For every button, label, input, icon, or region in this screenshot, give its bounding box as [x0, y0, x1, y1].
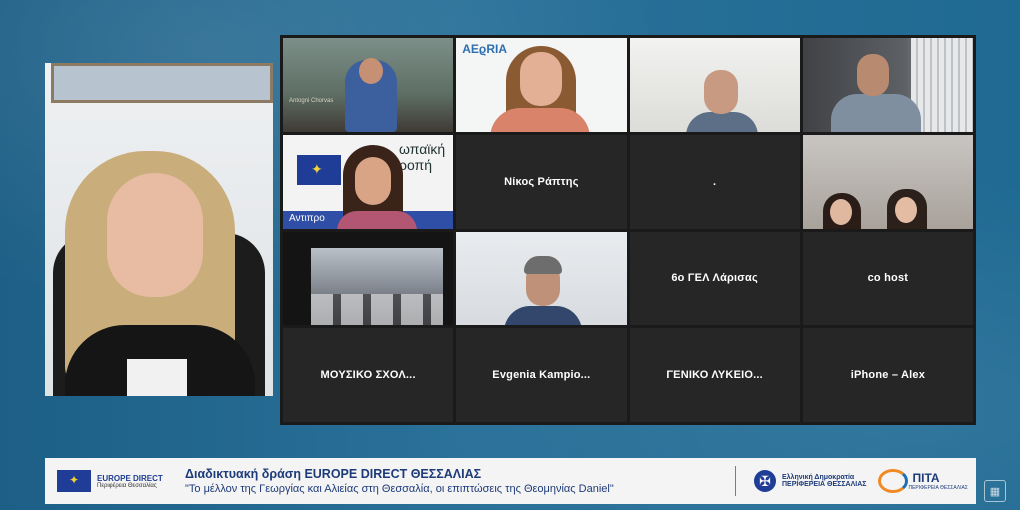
participant-name: Evgenia Kampio... — [492, 369, 591, 382]
participant-tile[interactable]: ΜΟΥΣΙΚΟ ΣΧΟΛ... — [283, 328, 454, 422]
event-banner: EUROPE DIRECT Περιφέρεια Θεσσαλίας Διαδι… — [45, 458, 976, 504]
aeria-logo: AEϱRIA — [462, 42, 507, 56]
participant-video — [629, 38, 800, 132]
participant-name: . — [712, 175, 717, 188]
participant-face — [894, 196, 917, 223]
participant-grid: Antogni Chorvas AEϱRIA ωπαϊκή ροπή Αντιπ… — [280, 35, 976, 425]
participant-tile[interactable]: ΓΕΝΙΚΟ ΛΥΚΕΙΟ... — [629, 328, 800, 422]
participant-tile[interactable]: iPhone – Alex — [802, 328, 973, 422]
participant-body — [685, 112, 758, 132]
participant-face — [829, 198, 852, 225]
participant-name: 6ο ΓΕΛ Λάρισας — [671, 272, 758, 285]
participant-face — [520, 52, 563, 106]
participant-video: ωπαϊκή ροπή Αντιπρο — [283, 134, 454, 229]
background-text: ωπαϊκή ροπή — [399, 140, 446, 173]
participant-tile[interactable]: co host — [802, 231, 973, 326]
active-speaker-video[interactable] — [45, 63, 273, 396]
picture-frame — [51, 63, 273, 103]
classroom-desks — [311, 293, 443, 326]
pita-subtitle: ΠΕΡΙΦΕΡΕΙΑ ΘΕΣΣΑΛΙΑΣ — [908, 485, 968, 491]
participant-body — [830, 94, 921, 132]
participant-top — [490, 108, 591, 132]
participant-name: ΜΟΥΣΙΚΟ ΣΧΟΛ... — [320, 369, 416, 382]
participant-video: AEϱRIA — [456, 38, 627, 132]
participant-tile[interactable]: . — [629, 134, 800, 229]
participant-face — [856, 54, 889, 96]
pita-mark-icon — [878, 469, 909, 493]
participant-body — [504, 305, 583, 326]
participant-tile[interactable]: Antogni Chorvas — [283, 38, 454, 132]
region-line2: ΠΕΡΙΦΕΡΕΙΑ ΘΕΣΣΑΛΙΑΣ — [782, 481, 867, 488]
participant-hair — [524, 255, 563, 274]
europe-direct-title: EUROPE DIRECT — [97, 473, 163, 483]
europe-direct-subtitle: Περιφέρεια Θεσσαλίας — [97, 482, 157, 489]
participant-video — [456, 231, 627, 326]
pita-text-block: ΠΙΤΑ ΠΕΡΙΦΕΡΕΙΑ ΘΕΣΣΑΛΙΑΣ — [908, 471, 967, 491]
participant-tile[interactable] — [629, 38, 800, 132]
speaker-shirt — [127, 359, 187, 396]
background-sign: Antogni Chorvas — [289, 98, 334, 104]
layout-icon[interactable]: ▦ — [984, 480, 1006, 502]
participant-video — [802, 38, 973, 132]
eu-flag-icon — [57, 470, 91, 492]
participant-name: ΓΕΝΙΚΟ ΛΥΚΕΙΟ... — [666, 369, 763, 382]
participant-video — [283, 231, 454, 326]
participant-tile[interactable] — [283, 231, 454, 326]
participant-face — [355, 156, 391, 205]
participant-tile[interactable]: ωπαϊκή ροπή Αντιπρο — [283, 134, 454, 229]
pita-logo: ΠΙΤΑ ΠΕΡΙΦΕΡΕΙΑ ΘΕΣΣΑΛΙΑΣ — [878, 469, 968, 493]
participant-tile[interactable]: Evgenia Kampio... — [456, 328, 627, 422]
participant-tile[interactable] — [456, 231, 627, 326]
participant-name: co host — [867, 272, 909, 285]
participant-face — [703, 70, 738, 114]
participant-tile[interactable] — [802, 134, 973, 229]
event-subtitle: "Το μέλλον της Γεωργίας και Αλιείας στη … — [185, 483, 614, 495]
europe-direct-text: EUROPE DIRECT Περιφέρεια Θεσσαλίας — [97, 474, 163, 489]
participant-tile-active[interactable]: AEϱRIA — [456, 38, 627, 132]
participant-top — [337, 210, 417, 229]
divider — [735, 466, 736, 496]
pita-name: ΠΙΤΑ — [912, 471, 940, 485]
participant-tile[interactable]: Νίκος Ράπτης — [456, 134, 627, 229]
participant-tile[interactable] — [802, 38, 973, 132]
participant-video: Antogni Chorvas — [283, 38, 454, 132]
region-line1: Ελληνική Δημοκρατία — [782, 474, 855, 481]
greek-seal-icon: ✠ — [754, 470, 776, 492]
participant-name: Νίκος Ράπτης — [504, 175, 579, 188]
participant-name: iPhone – Alex — [850, 369, 926, 382]
participant-head — [359, 58, 383, 84]
event-title: Διαδικτυακή δράση EUROPE DIRECT ΘΕΣΣΑΛΙΑ… — [185, 467, 482, 481]
speaker-face — [107, 173, 203, 297]
eu-flag-icon — [297, 154, 341, 185]
region-logo: ✠ Ελληνική Δημοκρατία ΠΕΡΙΦΕΡΕΙΑ ΘΕΣΣΑΛΙ… — [754, 470, 866, 492]
region-text: Ελληνική Δημοκρατία ΠΕΡΙΦΕΡΕΙΑ ΘΕΣΣΑΛΙΑΣ — [782, 474, 866, 488]
participant-tile[interactable]: 6ο ΓΕΛ Λάρισας — [629, 231, 800, 326]
participant-video — [802, 134, 973, 229]
event-info: Διαδικτυακή δράση EUROPE DIRECT ΘΕΣΣΑΛΙΑ… — [185, 467, 735, 495]
europe-direct-logo: EUROPE DIRECT Περιφέρεια Θεσσαλίας — [45, 470, 177, 492]
